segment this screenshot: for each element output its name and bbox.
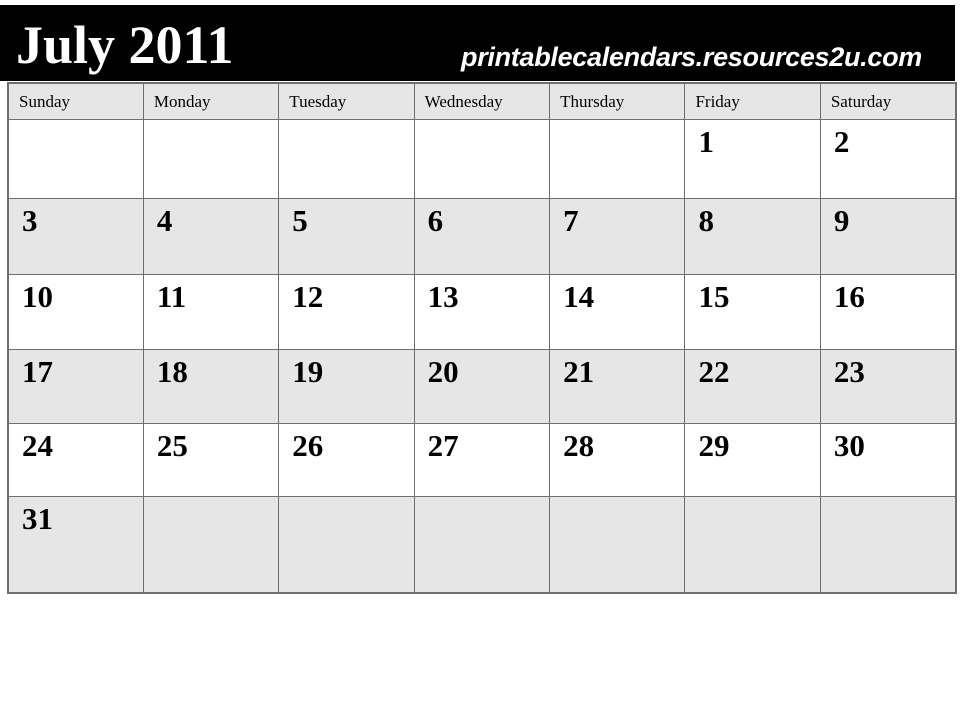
weekday-header-thursday: Thursday	[549, 82, 686, 120]
day-number: 21	[563, 354, 595, 389]
day-number: 26	[292, 428, 324, 463]
day-number: 13	[427, 279, 459, 314]
calendar-week-row: 17 18 19 20 21 22 23	[7, 349, 957, 424]
day-number: 17	[22, 354, 53, 389]
day-number: 10	[22, 279, 53, 314]
calendar-day-cell[interactable]: 29	[684, 423, 821, 497]
calendar-day-cell[interactable]	[7, 119, 144, 199]
calendar-day-cell[interactable]: 6	[413, 198, 551, 275]
calendar-week-row: 10 11 12 13 14 15 16	[7, 274, 957, 350]
calendar-header-banner: July 2011 printablecalendars.resources2u…	[0, 5, 955, 81]
weekday-header-row: Sunday Monday Tuesday Wednesday Thursday…	[7, 82, 957, 120]
calendar-day-cell[interactable]	[278, 496, 415, 593]
day-number: 18	[156, 354, 188, 389]
calendar-day-cell[interactable]	[142, 496, 280, 593]
calendar-day-cell[interactable]: 5	[278, 198, 415, 275]
calendar-day-cell[interactable]: 27	[413, 423, 551, 497]
calendar-day-cell[interactable]	[819, 496, 957, 593]
calendar-day-cell[interactable]: 11	[142, 274, 280, 350]
day-number: 12	[292, 279, 324, 314]
day-number: 11	[156, 279, 187, 314]
day-number: 6	[427, 203, 444, 238]
calendar-day-cell[interactable]: 25	[142, 423, 280, 497]
calendar-day-cell[interactable]: 8	[684, 198, 821, 275]
calendar-day-cell[interactable]	[549, 119, 686, 199]
day-number: 3	[22, 203, 38, 238]
calendar-week-row: 31	[7, 496, 957, 593]
calendar-day-cell[interactable]: 13	[413, 274, 551, 350]
calendar-day-cell[interactable]: 1	[684, 119, 821, 199]
calendar-day-cell[interactable]: 30	[819, 423, 957, 497]
weekday-header-tuesday: Tuesday	[278, 82, 415, 120]
day-number: 14	[563, 279, 595, 314]
day-number: 27	[427, 428, 459, 463]
weekday-header-monday: Monday	[142, 82, 280, 120]
calendar-day-cell[interactable]: 26	[278, 423, 415, 497]
day-number: 7	[563, 203, 579, 238]
calendar-day-cell[interactable]: 23	[819, 349, 957, 424]
calendar-day-cell[interactable]: 18	[142, 349, 280, 424]
weekday-header-wednesday: Wednesday	[413, 82, 551, 120]
day-number: 15	[698, 279, 730, 314]
day-number: 1	[698, 124, 714, 159]
day-number: 28	[563, 428, 595, 463]
day-number: 22	[698, 354, 730, 389]
day-number: 2	[833, 124, 850, 159]
calendar-day-cell[interactable]	[413, 119, 551, 199]
day-number: 20	[427, 354, 459, 389]
calendar-day-cell[interactable]: 3	[7, 198, 144, 275]
calendar-day-cell[interactable]: 28	[549, 423, 686, 497]
calendar-grid: Sunday Monday Tuesday Wednesday Thursday…	[7, 82, 957, 594]
calendar-week-row: 1 2	[7, 119, 957, 199]
weekday-header-saturday: Saturday	[819, 82, 957, 120]
day-number: 8	[698, 203, 714, 238]
day-number: 5	[292, 203, 308, 238]
website-url: printablecalendars.resources2u.com	[461, 42, 922, 72]
calendar-day-cell[interactable]: 14	[549, 274, 686, 350]
calendar-day-cell[interactable]	[413, 496, 551, 593]
calendar-day-cell[interactable]	[278, 119, 415, 199]
calendar-day-cell[interactable]: 12	[278, 274, 415, 350]
calendar-day-cell[interactable]: 16	[819, 274, 957, 350]
day-number: 25	[156, 428, 188, 463]
calendar-day-cell[interactable]	[549, 496, 686, 593]
day-number: 30	[833, 428, 865, 463]
day-number: 9	[833, 203, 850, 238]
weekday-header-friday: Friday	[684, 82, 821, 120]
calendar-day-cell[interactable]	[142, 119, 280, 199]
calendar-week-row: 3 4 5 6 7 8 9	[7, 198, 957, 275]
calendar-day-cell[interactable]: 20	[413, 349, 551, 424]
calendar-day-cell[interactable]: 7	[549, 198, 686, 275]
page-title: July 2011	[16, 15, 234, 75]
calendar-day-cell[interactable]: 2	[819, 119, 957, 199]
day-number: 29	[698, 428, 730, 463]
calendar-day-cell[interactable]: 22	[684, 349, 821, 424]
calendar-day-cell[interactable]: 19	[278, 349, 415, 424]
calendar-day-cell[interactable]	[684, 496, 821, 593]
day-number: 16	[833, 279, 865, 314]
day-number: 19	[292, 354, 324, 389]
calendar-page: July 2011 printablecalendars.resources2u…	[0, 0, 960, 720]
day-number: 4	[156, 203, 173, 238]
calendar-day-cell[interactable]: 24	[7, 423, 144, 497]
calendar-day-cell[interactable]: 21	[549, 349, 686, 424]
calendar-day-cell[interactable]: 10	[7, 274, 144, 350]
calendar-day-cell[interactable]: 9	[819, 198, 957, 275]
calendar-day-cell[interactable]: 17	[7, 349, 144, 424]
day-number: 24	[22, 428, 53, 463]
calendar-day-cell[interactable]: 31	[7, 496, 144, 593]
calendar-week-row: 24 25 26 27 28 29 30	[7, 423, 957, 497]
day-number: 31	[22, 501, 53, 536]
calendar-day-cell[interactable]: 15	[684, 274, 821, 350]
calendar-day-cell[interactable]: 4	[142, 198, 280, 275]
weekday-header-sunday: Sunday	[7, 82, 144, 120]
day-number: 23	[833, 354, 865, 389]
